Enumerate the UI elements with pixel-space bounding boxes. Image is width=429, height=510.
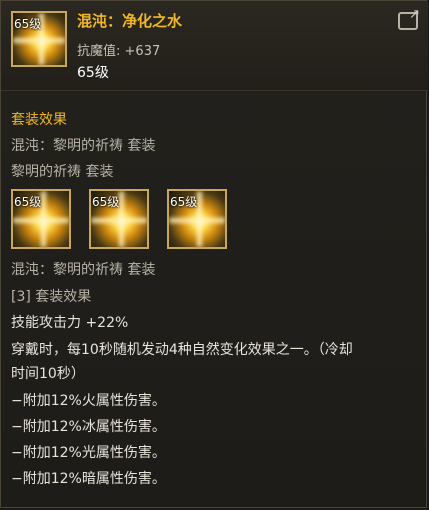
set-tier-label: [3] 套装效果 bbox=[11, 289, 92, 305]
item-tooltip: 65级 混沌：净化之水 抗魔值: +637 65级 ↗ 套装效果 混沌：黎明的祈… bbox=[0, 0, 428, 508]
share-button[interactable]: ↗ bbox=[398, 8, 420, 30]
set-name-line-2: 混沌：黎明的祈祷 套装 bbox=[11, 262, 156, 278]
effect-line: −附加12%光属性伤害。 bbox=[11, 445, 166, 461]
magic-resist-stat: 抗魔值: +637 bbox=[77, 40, 160, 59]
effect-line: −附加12%暗属性伤害。 bbox=[11, 471, 166, 487]
set-item-level: 65级 bbox=[92, 195, 120, 209]
effect-line: −附加12%冰属性伤害。 bbox=[11, 419, 166, 435]
equipment-icon[interactable]: 65级 bbox=[11, 11, 67, 67]
tooltip-header: 65级 混沌：净化之水 抗魔值: +637 65级 ↗ bbox=[1, 1, 428, 91]
set-effect-title: 套装效果 bbox=[11, 112, 67, 128]
share-icon: ↗ bbox=[409, 7, 420, 22]
stat-label: 抗魔值: bbox=[77, 44, 121, 59]
effect-line: 技能攻击力 +22% bbox=[11, 315, 129, 331]
icon-level-label: 65级 bbox=[14, 17, 42, 31]
set-item-icon[interactable]: 65级 bbox=[89, 189, 149, 249]
item-level: 65级 bbox=[77, 65, 109, 81]
set-item-level: 65级 bbox=[14, 195, 42, 209]
set-item-icon[interactable]: 65级 bbox=[11, 189, 71, 249]
stat-value: +637 bbox=[124, 44, 161, 59]
set-short-name: 黎明的祈祷 套装 bbox=[11, 164, 114, 180]
effect-line: 时间10秒） bbox=[11, 366, 85, 382]
set-name-line: 混沌：黎明的祈祷 套装 bbox=[11, 138, 156, 154]
item-name: 混沌：净化之水 bbox=[77, 12, 183, 30]
effect-line: 穿戴时，每10秒随机发动4种自然变化效果之一。（冷却 bbox=[11, 342, 353, 358]
effect-line: −附加12%火属性伤害。 bbox=[11, 393, 166, 409]
set-item-icon[interactable]: 65级 bbox=[167, 189, 227, 249]
set-item-level: 65级 bbox=[170, 195, 198, 209]
